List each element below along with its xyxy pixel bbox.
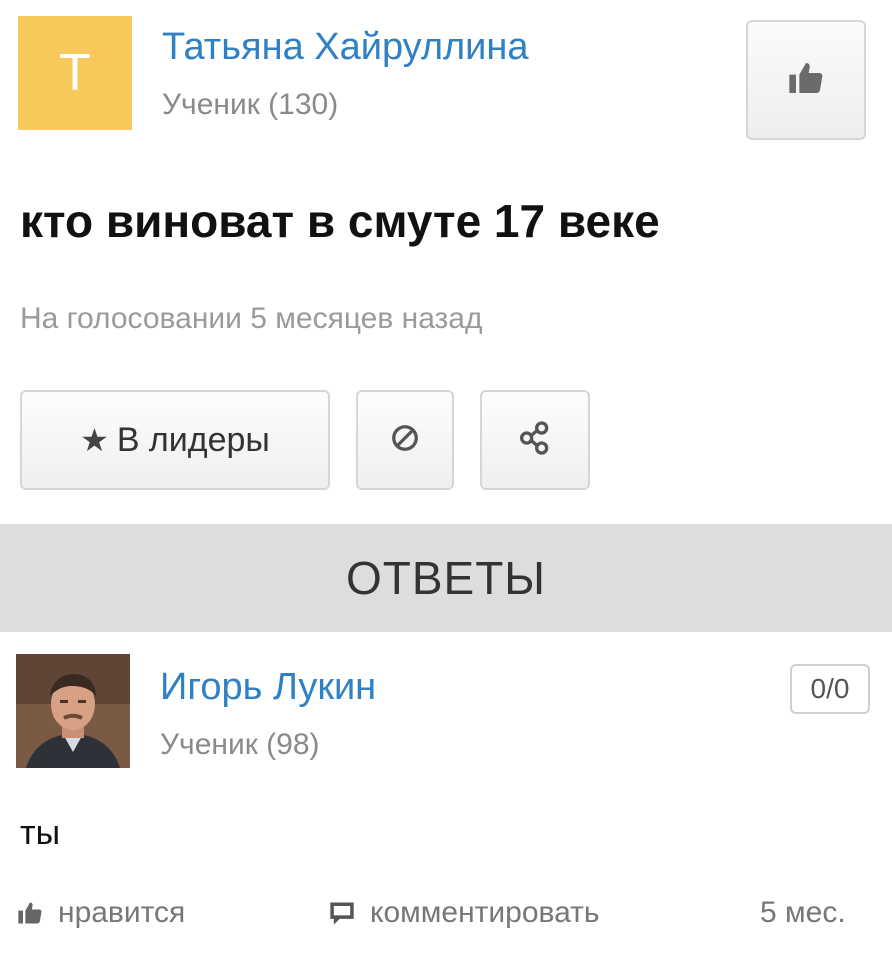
comment-answer-label: комментировать	[370, 896, 600, 929]
answer-author-avatar[interactable]	[16, 654, 130, 768]
add-to-leaders-button[interactable]: ★ В лидеры	[20, 390, 330, 490]
thumbs-up-icon	[786, 58, 826, 103]
block-icon	[390, 423, 420, 458]
question-status: На голосовании 5 месяцев назад	[20, 302, 483, 335]
question-author-rank: Ученик (130)	[162, 88, 339, 121]
thumbs-up-icon	[16, 899, 44, 927]
comment-answer-button[interactable]: комментировать	[328, 896, 600, 930]
answer-text: ты	[20, 814, 61, 852]
like-question-button[interactable]	[746, 20, 866, 140]
question-title: кто виноват в смуте 17 веке	[20, 195, 660, 247]
like-answer-label: нравится	[58, 896, 186, 929]
star-icon: ★	[80, 422, 109, 458]
answer-author-name[interactable]: Игорь Лукин	[160, 666, 376, 709]
answers-header: ОТВЕТЫ	[0, 524, 892, 632]
question-author-avatar[interactable]: T	[18, 16, 132, 130]
report-button[interactable]	[356, 390, 454, 490]
question-author-name[interactable]: Татьяна Хайруллина	[162, 26, 529, 69]
share-icon	[515, 418, 555, 463]
add-to-leaders-label: В лидеры	[116, 420, 270, 459]
share-button[interactable]	[480, 390, 590, 490]
answer-vote-count: 0/0	[790, 664, 870, 714]
comment-icon	[328, 899, 356, 927]
like-answer-button[interactable]: нравится	[16, 896, 185, 930]
answer-timestamp: 5 мес.	[760, 896, 846, 929]
answer-author-rank: Ученик (98)	[160, 728, 320, 761]
